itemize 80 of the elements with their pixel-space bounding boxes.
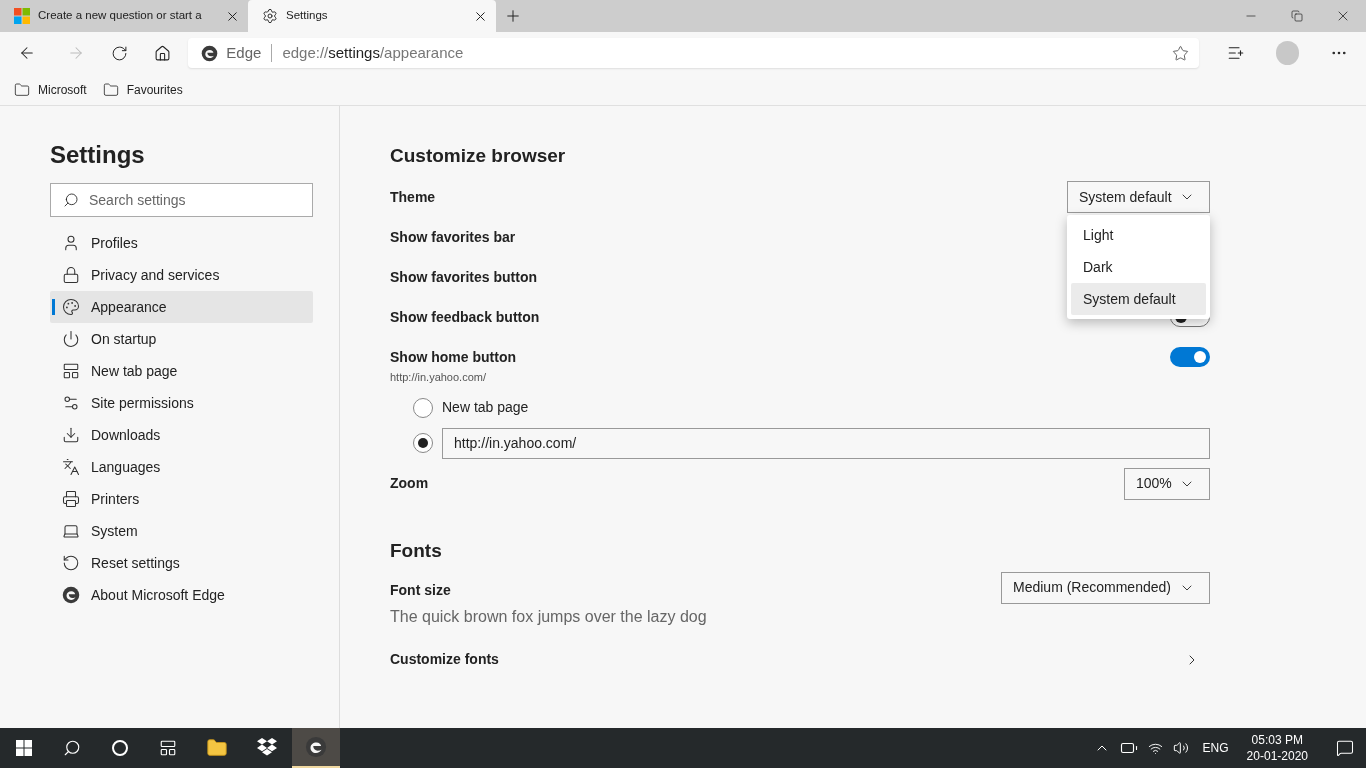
edge-logo-icon bbox=[62, 586, 80, 604]
radio-label: New tab page bbox=[442, 398, 529, 417]
palette-icon bbox=[62, 298, 80, 316]
site-label: Edge bbox=[226, 42, 262, 63]
wifi-icon[interactable] bbox=[1147, 740, 1163, 756]
printer-icon bbox=[62, 490, 80, 508]
sidebar-item[interactable]: Site permissions bbox=[50, 387, 313, 419]
dropdown-option[interactable]: Dark bbox=[1071, 251, 1206, 283]
lock-icon bbox=[62, 266, 80, 284]
window-icon bbox=[62, 362, 80, 380]
favorites-icon[interactable] bbox=[1227, 44, 1246, 62]
setting-label: Show home button bbox=[390, 347, 516, 367]
laptop-icon bbox=[62, 522, 80, 540]
home-icon[interactable] bbox=[154, 44, 172, 62]
refresh-icon[interactable] bbox=[111, 44, 129, 62]
notifications-icon[interactable] bbox=[1336, 739, 1354, 757]
sidebar-item[interactable]: Appearance bbox=[50, 291, 313, 323]
folder-icon[interactable] bbox=[206, 737, 228, 759]
sidebar-item[interactable]: Downloads bbox=[50, 419, 313, 451]
font-size-dropdown[interactable]: Medium (Recommended) bbox=[1001, 571, 1210, 604]
settings-icon bbox=[262, 8, 278, 24]
sidebar-item[interactable]: System bbox=[50, 515, 313, 547]
address-bar[interactable]: Edge edge://settings/appearance bbox=[188, 38, 1199, 68]
four-squares-logo-icon bbox=[14, 8, 30, 24]
search-icon[interactable] bbox=[63, 739, 81, 757]
browser-tab[interactable]: Settings bbox=[248, 0, 496, 32]
new-tab-icon[interactable] bbox=[504, 7, 522, 25]
radio-button[interactable] bbox=[413, 433, 433, 453]
start-logo-icon[interactable] bbox=[16, 740, 32, 756]
edge-logo-icon bbox=[201, 44, 219, 62]
sidebar-item[interactable]: Reset settings bbox=[50, 547, 313, 579]
person-icon bbox=[62, 234, 80, 252]
sidebar-item[interactable]: On startup bbox=[50, 323, 313, 355]
language-indicator[interactable]: ENG bbox=[1202, 739, 1229, 757]
sidebar-item[interactable]: Languages bbox=[50, 451, 313, 483]
folder-icon bbox=[14, 81, 30, 98]
font-sample-text: The quick brown fox jumps over the lazy dog bbox=[390, 606, 707, 627]
sidebar-item[interactable]: New tab page bbox=[50, 355, 313, 387]
setting-label: Show favorites button bbox=[390, 267, 537, 287]
toggle-switch[interactable] bbox=[1170, 347, 1210, 367]
search-icon bbox=[63, 192, 79, 208]
restore-icon[interactable] bbox=[1291, 10, 1303, 22]
tab-title: Settings bbox=[286, 8, 328, 24]
edge-logo-icon bbox=[305, 736, 327, 758]
setting-label: Zoom bbox=[390, 474, 429, 493]
clock[interactable]: 05:03 PM 20-01-2020 bbox=[1246, 732, 1308, 764]
sliders-icon bbox=[62, 394, 80, 412]
setting-label: Show feedback button bbox=[390, 307, 540, 327]
zoom-dropdown[interactable]: 100% bbox=[1124, 467, 1210, 500]
sidebar-item[interactable]: Privacy and services bbox=[50, 259, 313, 291]
task-view-icon[interactable] bbox=[159, 739, 177, 757]
radio-button[interactable] bbox=[413, 397, 433, 418]
url-text: edge://settings/appearance bbox=[282, 42, 464, 63]
download-icon bbox=[62, 426, 80, 444]
url-field[interactable]: http://in.yahoo.com/ bbox=[442, 427, 1210, 459]
search-field[interactable]: Search settings bbox=[50, 183, 313, 217]
open-box-icon[interactable] bbox=[256, 738, 278, 758]
section-heading: Fonts bbox=[390, 538, 443, 563]
setting-label: Theme bbox=[390, 187, 436, 207]
languages-icon bbox=[62, 458, 80, 476]
sidebar-item[interactable]: Printers bbox=[50, 483, 313, 515]
setting-description: http://in.yahoo.com/ bbox=[390, 370, 487, 385]
settings-title: Settings bbox=[50, 140, 146, 170]
setting-label: Show favorites bar bbox=[390, 227, 516, 247]
favorites-folder[interactable]: Favourites bbox=[102, 80, 183, 99]
theme-dropdown[interactable]: System default bbox=[1067, 181, 1210, 213]
sidebar-item[interactable]: About Microsoft Edge bbox=[50, 579, 313, 611]
folder-icon bbox=[102, 81, 119, 98]
dropdown-option[interactable]: System default bbox=[1071, 283, 1206, 315]
dropdown-option[interactable]: Light bbox=[1071, 219, 1206, 251]
setting-label: Font size bbox=[390, 580, 452, 600]
add-favorite-icon[interactable] bbox=[1171, 44, 1189, 62]
tab-title: Create a new question or start a bbox=[38, 8, 202, 24]
section-heading: Customize browser bbox=[390, 144, 567, 168]
power-icon bbox=[62, 330, 80, 348]
reset-icon bbox=[62, 554, 80, 572]
volume-icon[interactable] bbox=[1172, 740, 1189, 756]
favorites-folder[interactable]: Microsoft bbox=[14, 80, 87, 99]
sidebar-item[interactable]: Profiles bbox=[50, 227, 313, 259]
customize-fonts-link[interactable]: Customize fonts bbox=[390, 642, 1210, 677]
